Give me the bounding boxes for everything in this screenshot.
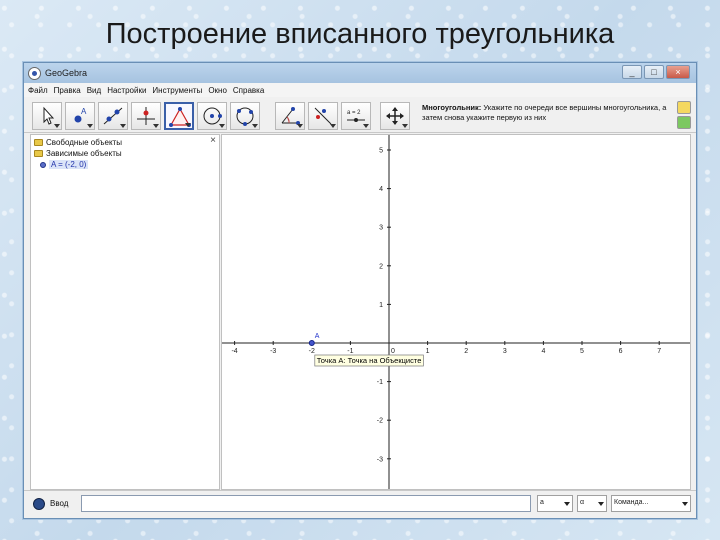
circle-center-tool-button[interactable] (197, 102, 227, 130)
redo-button[interactable] (677, 116, 691, 129)
x-tick-label: 1 (426, 348, 430, 355)
perpendicular-tool-button[interactable] (131, 102, 161, 130)
symbol-dropdown-greek[interactable]: α (577, 495, 607, 512)
slide-title: Построение вписанного треугольника (105, 18, 615, 50)
y-tick-label: 4 (379, 186, 383, 193)
point-a[interactable] (308, 340, 315, 346)
circle-three-points-tool-button[interactable] (230, 102, 260, 130)
point-object-icon (40, 161, 46, 168)
undo-button[interactable] (677, 101, 691, 114)
x-tick-label: -3 (270, 348, 276, 355)
tool-help-title: Многоугольник: (422, 103, 482, 112)
menu-view[interactable]: Вид (87, 86, 101, 95)
dependent-objects-label: Зависимые объекты (46, 149, 122, 158)
algebra-object-row[interactable]: A = (-2, 0) (40, 160, 89, 169)
geogebra-app-icon (28, 66, 41, 80)
input-bar: Ввод a α Команда... (24, 490, 696, 518)
y-tick-label: -2 (377, 418, 383, 425)
menu-help[interactable]: Справка (233, 86, 264, 95)
algebra-view: × Свободные объекты Зависимые объекты A … (30, 134, 220, 490)
x-tick-label: 7 (657, 348, 661, 355)
input-label: Ввод (50, 499, 69, 508)
coordinate-plane[interactable]: -4-3-2-1012345678 654321-1-2-3 Точка A: … (222, 109, 700, 489)
title-bar: GeoGebra _ □ × (24, 63, 696, 83)
x-tick-label: 5 (580, 348, 584, 355)
maximize-button[interactable]: □ (644, 65, 664, 79)
dependent-objects-folder[interactable]: Зависимые объекты (34, 149, 122, 158)
x-tick-label: 6 (619, 348, 623, 355)
angle-tool-button[interactable] (275, 102, 305, 130)
folder-icon (34, 150, 43, 157)
menu-file[interactable]: Файл (28, 86, 48, 95)
window-title: GeoGebra (45, 68, 88, 78)
y-tick-label: 2 (379, 263, 383, 270)
y-tick-label: 5 (379, 148, 383, 155)
free-objects-label: Свободные объекты (46, 138, 122, 147)
symbol-dropdown-greek-value: α (580, 499, 585, 506)
menu-edit[interactable]: Правка (54, 86, 81, 95)
line-tool-button[interactable] (98, 102, 128, 130)
x-tick-label: 2 (464, 348, 468, 355)
algebra-close-icon[interactable]: × (210, 135, 216, 146)
y-tick-label: 3 (379, 225, 383, 232)
slider-tool-button[interactable]: a = 2 (341, 102, 371, 130)
point-tool-button[interactable]: A (65, 102, 95, 130)
polygon-tool-button[interactable] (164, 102, 194, 130)
algebra-object-text: A = (-2, 0) (49, 160, 89, 169)
svg-text:a = 2: a = 2 (347, 110, 361, 116)
reflect-tool-button[interactable] (308, 102, 338, 130)
x-tick-label: 4 (541, 348, 545, 355)
folder-icon (34, 139, 43, 146)
move-tool-button[interactable] (32, 102, 62, 130)
y-tick-label: -1 (377, 379, 383, 386)
y-tick-label: 1 (379, 302, 383, 309)
geogebra-window: GeoGebra _ □ × Файл Правка Вид Настройки… (23, 62, 700, 519)
tool-help-text: Многоугольник: Укажите по очереди все ве… (422, 103, 672, 123)
move-view-tool-button[interactable] (380, 102, 410, 130)
x-tick-label: -4 (231, 348, 237, 355)
symbol-dropdown-latin[interactable]: a (537, 495, 573, 512)
input-field[interactable] (81, 495, 531, 512)
x-tick-label: 3 (503, 348, 507, 355)
x-tick-label: -1 (347, 348, 353, 355)
minimize-button[interactable]: _ (622, 65, 642, 79)
input-help-icon[interactable] (33, 498, 45, 510)
toolbar: A a = 2 Многоугольник: Укажите по очеред… (24, 97, 696, 133)
command-dropdown-value: Команда... (614, 499, 649, 506)
close-button[interactable]: × (666, 65, 690, 79)
x-tick-label: -2 (309, 348, 315, 355)
x-tick-label: 0 (391, 348, 395, 355)
point-tooltip: Точка A: Точка на Объекцисте (317, 356, 422, 365)
menu-window[interactable]: Окно (208, 86, 227, 95)
command-dropdown[interactable]: Команда... (611, 495, 691, 512)
y-tick-label: -3 (377, 456, 383, 463)
point-a-label: A (315, 333, 320, 340)
menu-settings[interactable]: Настройки (107, 86, 146, 95)
menu-bar: Файл Правка Вид Настройки Инструменты Ок… (24, 83, 696, 97)
svg-text:A: A (81, 107, 87, 116)
symbol-dropdown-latin-value: a (540, 499, 544, 506)
free-objects-folder[interactable]: Свободные объекты (34, 138, 122, 147)
menu-tools[interactable]: Инструменты (152, 86, 202, 95)
graphics-view[interactable]: -4-3-2-1012345678 654321-1-2-3 Точка A: … (221, 109, 700, 490)
